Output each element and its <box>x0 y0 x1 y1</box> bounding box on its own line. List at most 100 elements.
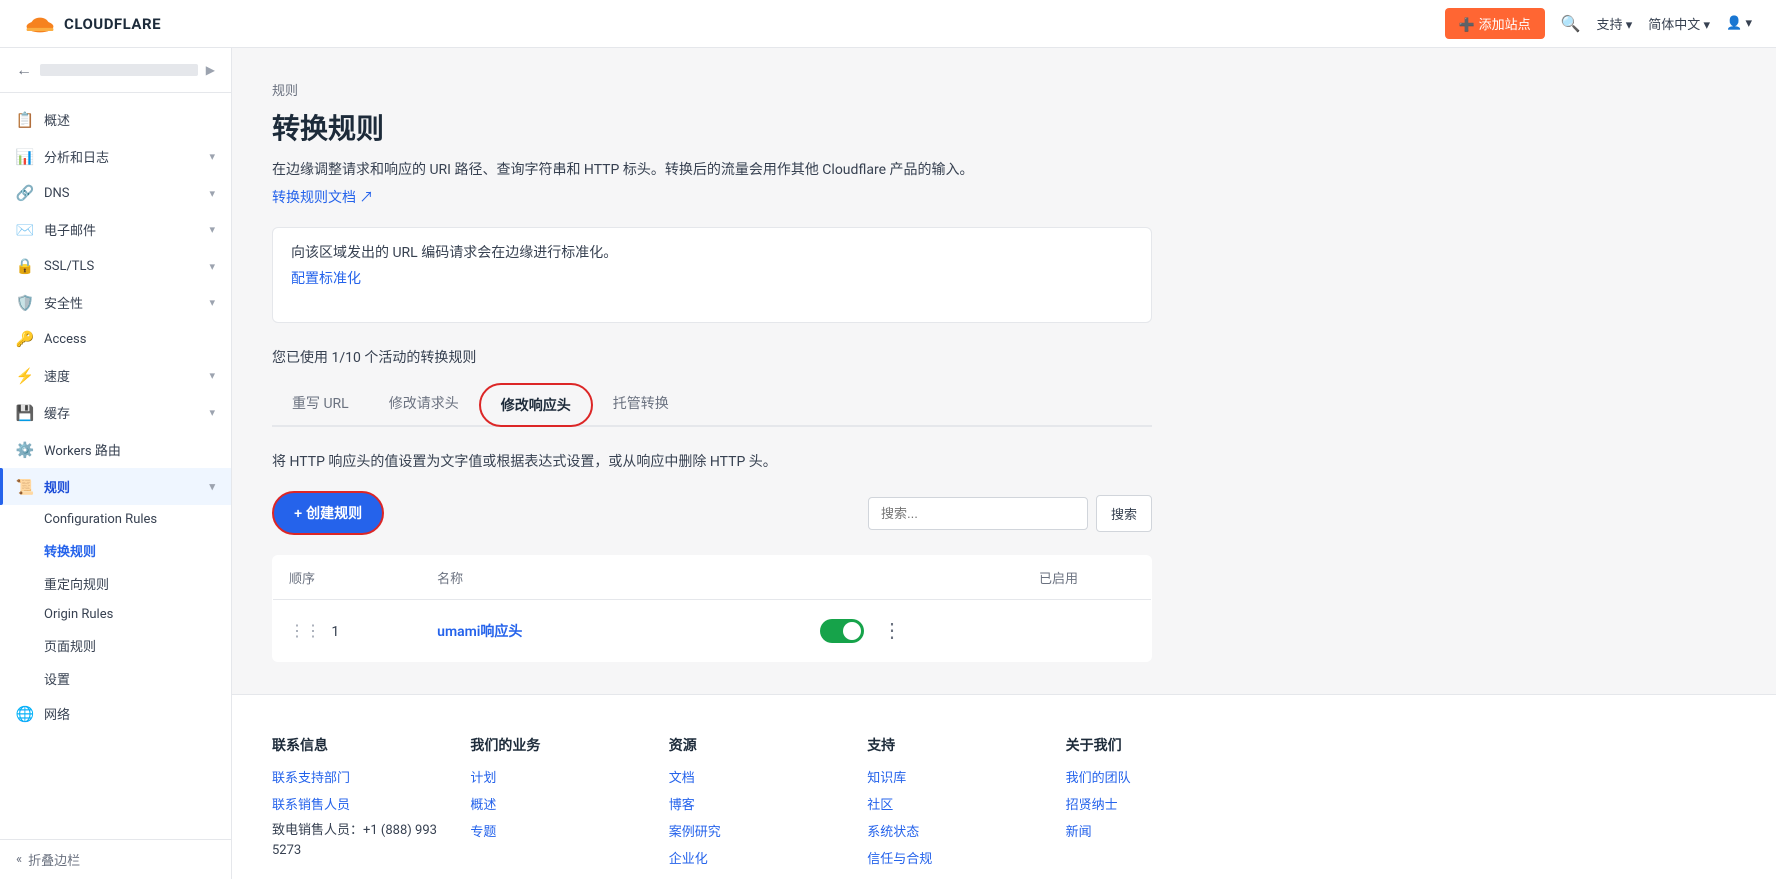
sidebar-sub-item-origin-rules[interactable]: Origin Rules <box>44 600 231 629</box>
sidebar: ← ▶ 📋 概述 📊 分析和日志 ▾ 🔗 DNS ▾ ✉️ 电子邮件 ▾ <box>0 48 232 879</box>
sidebar-item-security[interactable]: 🛡️ 安全性 ▾ <box>0 284 231 321</box>
user-menu[interactable]: 👤 ▾ <box>1726 16 1752 31</box>
cache-icon: 💾 <box>16 404 34 422</box>
sidebar-item-email[interactable]: ✉️ 电子邮件 ▾ <box>0 211 231 248</box>
sidebar-item-ssl[interactable]: 🔒 SSL/TLS ▾ <box>0 248 231 284</box>
sidebar-item-label: 分析和日志 <box>44 147 199 166</box>
sidebar-item-label: 缓存 <box>44 403 199 422</box>
footer-link[interactable]: 系统状态 <box>867 821 1033 840</box>
rules-table: 顺序 名称 已启用 ⋮⋮ 1 umami响应头 <box>272 555 1152 662</box>
col-order: 顺序 <box>273 556 422 600</box>
create-rule-button[interactable]: + 创建规则 <box>272 491 384 535</box>
network-icon: 🌐 <box>16 705 34 723</box>
sidebar-item-label: SSL/TLS <box>44 259 199 274</box>
sidebar-sub-item-redirect-rules[interactable]: 重定向规则 <box>44 567 231 600</box>
footer-col-title: 资源 <box>669 735 835 755</box>
sidebar-sub-item-config-rules[interactable]: Configuration Rules <box>44 505 231 534</box>
footer-link[interactable]: 专题 <box>470 821 636 840</box>
sidebar-item-dns[interactable]: 🔗 DNS ▾ <box>0 175 231 211</box>
footer-text: 致电销售人员：+1 (888) 993 5273 <box>272 821 438 860</box>
sidebar-nav: 📋 概述 📊 分析和日志 ▾ 🔗 DNS ▾ ✉️ 电子邮件 ▾ 🔒 SSL/T… <box>0 93 231 839</box>
sidebar-item-label: 安全性 <box>44 293 199 312</box>
sidebar-item-workers[interactable]: ⚙️ Workers 路由 <box>0 431 231 468</box>
table-row: ⋮⋮ 1 umami响应头 ⋮ <box>273 600 1152 662</box>
sidebar-item-cache[interactable]: 💾 缓存 ▾ <box>0 394 231 431</box>
add-site-button[interactable]: ➕ 添加站点 <box>1445 8 1545 39</box>
sidebar-sub-item-page-rules[interactable]: 页面规则 <box>44 629 231 662</box>
sidebar-item-rules[interactable]: 📜 规则 ▾ <box>0 468 231 505</box>
language-menu[interactable]: 简体中文 ▾ <box>1648 14 1710 33</box>
footer-link[interactable]: 知识库 <box>867 767 1033 786</box>
rule-name[interactable]: umami响应头 <box>437 624 522 640</box>
support-menu[interactable]: 支持 ▾ <box>1597 14 1633 33</box>
chevron-down-icon: ▾ <box>209 223 215 236</box>
tab-managed-transform[interactable]: 托管转换 <box>593 383 689 427</box>
footer-link[interactable]: 我们的团队 <box>1066 767 1232 786</box>
sidebar-item-label: 概述 <box>44 110 215 129</box>
doc-link[interactable]: 转换规则文档 ↗ <box>272 187 373 207</box>
sidebar-item-network[interactable]: 🌐 网络 <box>0 695 231 732</box>
footer-link[interactable]: 企业化 <box>669 848 835 867</box>
collapse-sidebar-button[interactable]: « 折叠边栏 <box>0 839 231 879</box>
sidebar-item-label: 电子邮件 <box>44 220 199 239</box>
topnav-right: ➕ 添加站点 🔍 支持 ▾ 简体中文 ▾ 👤 ▾ <box>1445 8 1752 39</box>
usage-text: 您已使用 1/10 个活动的转换规则 <box>272 347 1152 367</box>
chevron-down-icon: ▾ <box>209 150 215 163</box>
search-button[interactable]: 搜索 <box>1096 495 1152 532</box>
logo[interactable]: CLOUDFLARE <box>24 12 161 36</box>
footer-col-title: 支持 <box>867 735 1033 755</box>
rules-icon: 📜 <box>16 478 34 496</box>
sidebar-sub-item-transform-rules[interactable]: 转换规则 <box>44 534 231 567</box>
footer-col-support: 支持 知识库 社区 系统状态 信任与合规 <box>867 735 1033 875</box>
search-button[interactable]: 🔍 <box>1561 14 1581 34</box>
doc-link-text: 转换规则文档 ↗ <box>272 187 373 207</box>
footer-col-about: 关于我们 我们的团队 招贤纳士 新闻 <box>1066 735 1232 875</box>
enabled-toggle[interactable] <box>820 619 864 643</box>
footer-link[interactable]: 计划 <box>470 767 636 786</box>
section-description: 将 HTTP 响应头的值设置为文字值或根据表达式设置，或从响应中删除 HTTP … <box>272 451 1152 471</box>
chevron-down-icon: ▾ <box>209 480 215 493</box>
ssl-icon: 🔒 <box>16 257 34 275</box>
back-arrow-icon[interactable]: ← <box>16 60 32 80</box>
footer-link[interactable]: 博客 <box>669 794 835 813</box>
collapse-label: 折叠边栏 <box>28 850 80 869</box>
footer-link[interactable]: 文档 <box>669 767 835 786</box>
sidebar-item-label: Workers 路由 <box>44 440 215 459</box>
tab-rewrite-url[interactable]: 重写 URL <box>272 383 369 427</box>
domain-name <box>40 64 198 76</box>
search-row: 搜索 <box>868 495 1152 532</box>
footer-link[interactable]: 新闻 <box>1066 821 1232 840</box>
security-icon: 🛡️ <box>16 294 34 312</box>
cloudflare-logo-icon <box>24 12 56 36</box>
sidebar-item-overview[interactable]: 📋 概述 <box>0 101 231 138</box>
sidebar-item-access[interactable]: 🔑 Access <box>0 321 231 357</box>
footer-link[interactable]: 信任与合规 <box>867 848 1033 867</box>
main-content: 规则 转换规则 在边缘调整请求和响应的 URI 路径、查询字符串和 HTTP 标… <box>232 48 1776 879</box>
footer-link[interactable]: 概述 <box>470 794 636 813</box>
footer-col-title: 联系信息 <box>272 735 438 755</box>
collapse-icon: « <box>16 852 22 867</box>
sidebar-sub-item-settings[interactable]: 设置 <box>44 662 231 695</box>
chevron-down-icon: ▾ <box>209 260 215 273</box>
more-options-button[interactable]: ⋮ <box>874 614 910 647</box>
footer-link[interactable]: 联系销售人员 <box>272 794 438 813</box>
footer-link[interactable]: 招贤纳士 <box>1066 794 1232 813</box>
tab-modify-request[interactable]: 修改请求头 <box>369 383 479 427</box>
tab-modify-response[interactable]: 修改响应头 <box>479 383 593 427</box>
search-input[interactable] <box>868 497 1088 530</box>
analytics-icon: 📊 <box>16 148 34 166</box>
sidebar-item-label: 规则 <box>44 477 199 496</box>
domain-selector[interactable]: ← ▶ <box>0 48 231 93</box>
footer-link[interactable]: 社区 <box>867 794 1033 813</box>
footer-link[interactable]: 案例研究 <box>669 821 835 840</box>
configure-normalize-link[interactable]: 配置标准化 <box>291 268 361 288</box>
page-description: 在边缘调整请求和响应的 URI 路径、查询字符串和 HTTP 标头。转换后的流量… <box>272 159 1152 181</box>
sidebar-item-analytics[interactable]: 📊 分析和日志 ▾ <box>0 138 231 175</box>
col-enabled: 已启用 <box>1023 556 1151 600</box>
drag-handle-icon[interactable]: ⋮⋮ <box>289 621 321 640</box>
sidebar-item-speed[interactable]: ⚡ 速度 ▾ <box>0 357 231 394</box>
sidebar-item-label: Access <box>44 332 215 347</box>
footer-link[interactable]: 联系支持部门 <box>272 767 438 786</box>
info-box-text: 向该区域发出的 URL 编码请求会在边缘进行标准化。 <box>291 245 617 261</box>
chevron-down-icon: ▾ <box>209 187 215 200</box>
